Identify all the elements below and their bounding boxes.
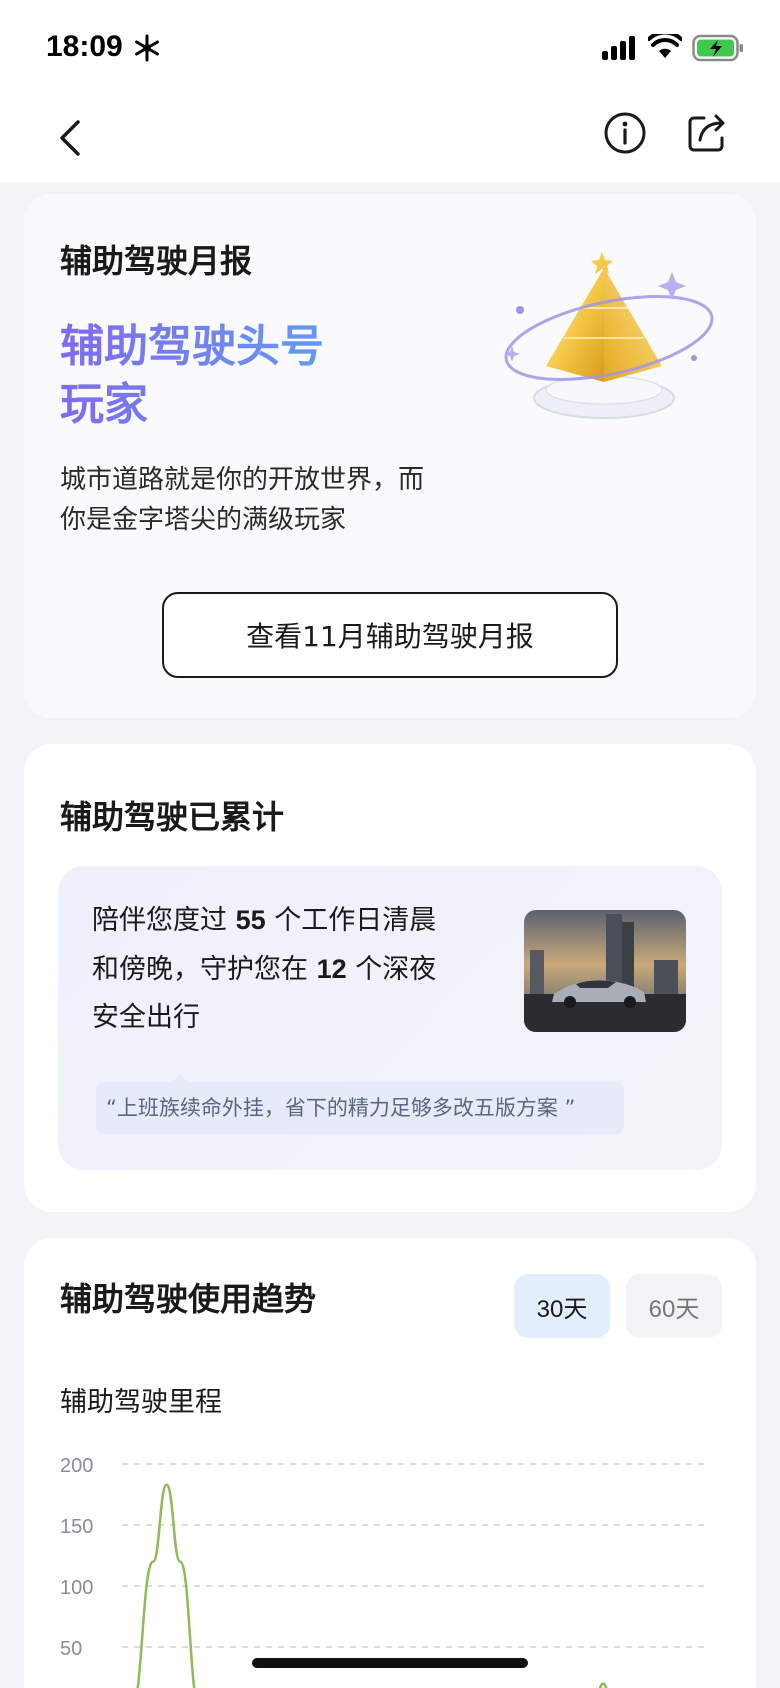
snowflake-icon: [135, 34, 159, 62]
card-title: 辅助驾驶使用趋势: [60, 1280, 317, 1318]
summary-text: 和傍晚，守护您在: [92, 954, 317, 985]
cumulative-panel: 陪伴您度过 55 个工作日清晨 和傍晚，守护您在 12 个深夜 安全出行 “上班…: [58, 866, 722, 1170]
summary-text: 安全出行: [92, 1002, 200, 1033]
description-line: 你是金字塔尖的满级玩家: [60, 505, 347, 535]
mileage-line-chart: 200 150 100 50: [60, 1455, 704, 1688]
report-description: 城市道路就是你的开放世界，而 你是金字塔尖的满级玩家: [60, 460, 450, 540]
chart-subtitle: 辅助驾驶里程: [60, 1387, 222, 1418]
y-tick-label: 100: [60, 1577, 93, 1599]
description-line: 城市道路就是你的开放世界，而: [60, 465, 425, 495]
cumulative-card: 辅助驾驶已累计 陪伴您度过 55 个工作日清晨 和傍晚，守护您在 12 个深夜 …: [24, 744, 756, 1212]
usage-trend-card: 辅助驾驶使用趋势 30天 60天 辅助驾驶里程 200 150 100 50: [24, 1238, 756, 1688]
info-icon[interactable]: [602, 110, 648, 156]
y-tick-label: 50: [60, 1638, 82, 1660]
summary-text: 陪伴您度过: [92, 905, 236, 936]
nav-bar: [0, 98, 780, 182]
nights-count: 12: [316, 954, 347, 984]
car-photo: [524, 910, 686, 1032]
tab-30-days[interactable]: 30天: [514, 1274, 610, 1338]
card-title: 辅助驾驶已累计: [60, 798, 285, 836]
y-tick-label: 150: [60, 1516, 93, 1538]
workdays-count: 55: [235, 905, 266, 935]
headline-line: 玩家: [60, 379, 148, 430]
summary-text: 个工作日清晨: [265, 905, 437, 936]
chevron-left-icon[interactable]: [52, 116, 92, 160]
status-bar: 18:09: [0, 0, 780, 98]
cumulative-summary: 陪伴您度过 55 个工作日清晨 和傍晚，守护您在 12 个深夜 安全出行: [92, 896, 472, 1042]
card-title: 辅助驾驶月报: [60, 242, 253, 280]
view-monthly-report-button[interactable]: 查看11月辅助驾驶月报: [162, 592, 618, 678]
y-tick-label: 200: [60, 1455, 93, 1477]
pyramid-trophy-icon: [504, 252, 714, 419]
battery-charging-icon: [692, 34, 743, 62]
cellular-signal-icon: [602, 36, 635, 60]
summary-text: 个深夜: [346, 954, 437, 985]
status-time: 18:09: [46, 30, 123, 63]
share-icon[interactable]: [684, 110, 730, 156]
wifi-icon: [648, 34, 682, 58]
quote-bubble: “上班族续命外挂，省下的精力足够多改五版方案 ”: [96, 1074, 624, 1134]
tab-60-days[interactable]: 60天: [626, 1274, 722, 1338]
report-headline: 辅助驾驶头号 玩家: [60, 318, 390, 434]
home-indicator: [252, 1658, 528, 1668]
monthly-report-card: 辅助驾驶月报 辅助驾驶头号 玩家 城市道路就是你的开放世界，而 你是金字塔尖的满…: [24, 194, 756, 718]
headline-line: 辅助驾驶头号: [60, 321, 324, 372]
